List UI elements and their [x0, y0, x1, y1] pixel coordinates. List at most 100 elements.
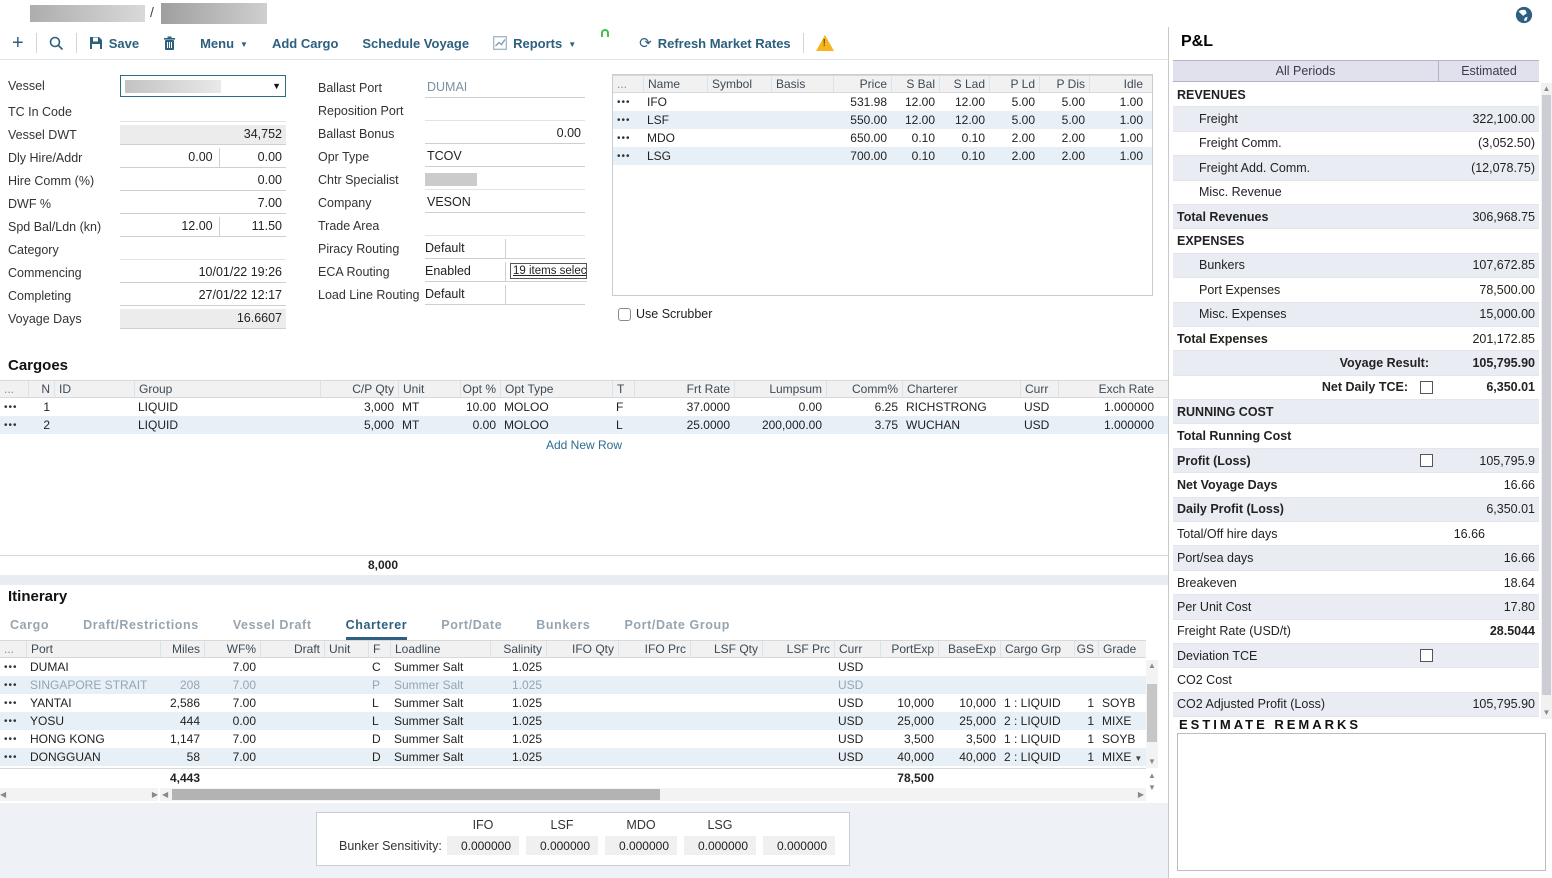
eca-routing-field[interactable]: Enabled19 items selec: [425, 262, 587, 282]
scrollbar-thumb[interactable]: [1147, 684, 1157, 742]
row-menu-icon[interactable]: •••: [613, 151, 643, 162]
cell[interactable]: L: [612, 418, 634, 432]
globe-icon[interactable]: [1515, 6, 1533, 24]
scroll-left-icon[interactable]: ◀: [162, 789, 168, 801]
cell[interactable]: SOYB: [1098, 696, 1142, 710]
column-header[interactable]: Salinity: [490, 641, 546, 657]
cell[interactable]: 58: [160, 750, 204, 764]
pnl-col-estimated[interactable]: Estimated: [1439, 61, 1539, 81]
ballast-port-field[interactable]: DUMAI: [425, 78, 585, 98]
column-header[interactable]: ...: [0, 641, 26, 657]
tab-port-date-group[interactable]: Port/Date Group: [624, 618, 730, 640]
table-row[interactable]: •••IFO531.9812.0012.005.005.001.00: [613, 93, 1152, 111]
cell[interactable]: 700.00: [833, 149, 891, 163]
lock-button[interactable]: [588, 35, 627, 52]
column-header[interactable]: C/P Qty: [320, 381, 398, 397]
cell[interactable]: 1.025: [490, 678, 546, 692]
cell[interactable]: 40,000: [938, 750, 1000, 764]
cell[interactable]: MOLOO: [500, 418, 612, 432]
cell[interactable]: MT: [398, 400, 460, 414]
cell[interactable]: F: [612, 400, 634, 414]
scrollbar-thumb[interactable]: [1542, 95, 1551, 695]
cell[interactable]: P: [368, 678, 390, 692]
cell[interactable]: 650.00: [833, 131, 891, 145]
cell[interactable]: 444: [160, 714, 204, 728]
cell[interactable]: 3.75: [826, 418, 902, 432]
cell[interactable]: HONG KONG: [26, 732, 160, 746]
cell[interactable]: Summer Salt: [390, 750, 490, 764]
pnl-row-checkbox[interactable]: [1420, 649, 1433, 662]
column-header[interactable]: ID: [54, 381, 134, 397]
table-row[interactable]: •••LSG700.000.100.102.002.001.00: [613, 147, 1152, 165]
cell[interactable]: 12.00: [891, 95, 939, 109]
row-menu-icon[interactable]: •••: [613, 133, 643, 144]
cell[interactable]: 7.00: [204, 660, 260, 674]
cell[interactable]: 6.25: [826, 400, 902, 414]
column-header[interactable]: S Bal: [891, 76, 939, 92]
cell[interactable]: 2.00: [1039, 149, 1089, 163]
cell[interactable]: USD: [834, 714, 880, 728]
cell[interactable]: 1.025: [490, 660, 546, 674]
validation-warning[interactable]: !: [804, 35, 846, 51]
row-menu-icon[interactable]: •••: [0, 698, 26, 709]
scroll-right-icon[interactable]: ▶: [1138, 789, 1144, 801]
cell[interactable]: 531.98: [833, 95, 891, 109]
cell[interactable]: 0.10: [891, 149, 939, 163]
cell[interactable]: 1: [1074, 714, 1098, 728]
frozen-columns-scrollbar[interactable]: ◀ ▶: [0, 788, 158, 801]
cell[interactable]: LSF: [643, 113, 707, 127]
cell[interactable]: 2: [28, 418, 54, 432]
cell[interactable]: 208: [160, 678, 204, 692]
cell[interactable]: 0.00: [734, 400, 826, 414]
cell[interactable]: 1: [1074, 750, 1098, 764]
column-header[interactable]: Loadline: [390, 641, 490, 657]
cell[interactable]: 550.00: [833, 113, 891, 127]
scroll-right-icon[interactable]: ▶: [152, 789, 158, 801]
cell[interactable]: 7.00: [204, 750, 260, 764]
completing-field[interactable]: 27/01/22 12:17: [120, 286, 286, 306]
sensitivity-value-field[interactable]: 0.000000: [447, 836, 519, 855]
schedule-voyage-button[interactable]: Schedule Voyage: [350, 36, 481, 51]
cell[interactable]: SOYB: [1098, 732, 1142, 746]
cell[interactable]: 3,500: [938, 732, 1000, 746]
cell[interactable]: 10,000: [938, 696, 1000, 710]
pnl-col-all-periods[interactable]: All Periods: [1173, 61, 1439, 81]
cell[interactable]: Summer Salt: [390, 660, 490, 674]
column-header[interactable]: Price: [833, 76, 891, 92]
scroll-up-icon[interactable]: ▲: [1146, 660, 1158, 672]
table-row[interactable]: •••DUMAI7.00CSummer Salt1.025USD: [0, 658, 1146, 676]
cell[interactable]: USD: [1020, 418, 1058, 432]
table-row[interactable]: •••SINGAPORE STRAIT2087.00PSummer Salt1.…: [0, 676, 1146, 694]
column-header[interactable]: IFO Prc: [618, 641, 690, 657]
cell[interactable]: 7.00: [204, 732, 260, 746]
cell[interactable]: 25.0000: [634, 418, 734, 432]
cell[interactable]: 7.00: [204, 678, 260, 692]
dwf-field[interactable]: 7.00: [120, 194, 286, 214]
reposition-port-field[interactable]: [425, 101, 585, 121]
cell[interactable]: 10,000: [880, 696, 938, 710]
row-menu-icon[interactable]: •••: [0, 680, 26, 691]
cell[interactable]: 200,000.00: [734, 418, 826, 432]
column-header[interactable]: Unit: [398, 381, 460, 397]
eca-items-select[interactable]: 19 items selec: [510, 263, 587, 279]
cell[interactable]: DONGGUAN: [26, 750, 160, 764]
itinerary-horizontal-scrollbar[interactable]: ◀ ▶: [160, 788, 1146, 801]
cell[interactable]: MDO: [643, 131, 707, 145]
cell[interactable]: 25,000: [880, 714, 938, 728]
row-menu-icon[interactable]: •••: [0, 420, 28, 431]
row-menu-icon[interactable]: •••: [0, 662, 26, 673]
column-header[interactable]: P Ld: [989, 76, 1039, 92]
table-row[interactable]: •••1LIQUID3,000MT10.00MOLOOF37.00000.006…: [0, 398, 1168, 416]
cell[interactable]: L: [368, 696, 390, 710]
chevron-down-icon[interactable]: ▼: [1134, 754, 1142, 763]
scroll-down-icon[interactable]: ▼: [1146, 756, 1158, 768]
cell[interactable]: 3,000: [320, 400, 398, 414]
column-header[interactable]: WF%: [204, 641, 260, 657]
pnl-row-checkbox[interactable]: [1420, 454, 1433, 467]
cell[interactable]: YOSU: [26, 714, 160, 728]
cell[interactable]: D: [368, 732, 390, 746]
column-header[interactable]: LSF Qty: [690, 641, 762, 657]
column-header[interactable]: Charterer: [902, 381, 1020, 397]
cell[interactable]: DUMAI: [26, 660, 160, 674]
table-row[interactable]: •••LSF550.0012.0012.005.005.001.00: [613, 111, 1152, 129]
